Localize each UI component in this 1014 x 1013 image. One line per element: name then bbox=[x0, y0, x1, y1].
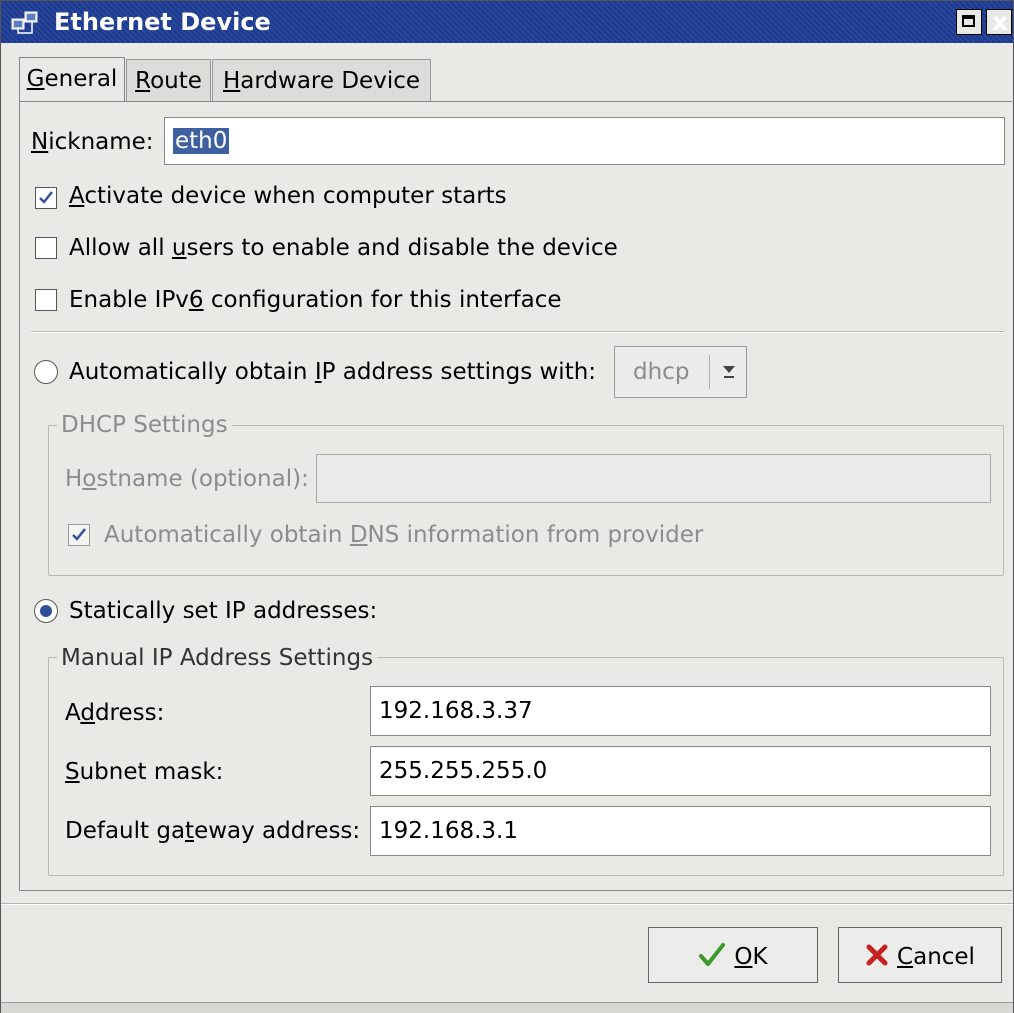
allow-users-checkbox[interactable] bbox=[35, 237, 57, 259]
checkmark-icon bbox=[72, 528, 86, 541]
manual-ip-settings-title: Manual IP Address Settings bbox=[57, 645, 378, 671]
gateway-label: Default gateway address: bbox=[65, 818, 361, 844]
maximize-button[interactable] bbox=[956, 9, 982, 35]
tab-route[interactable]: Route bbox=[126, 59, 211, 101]
nickname-label-text: ickname: bbox=[48, 129, 154, 155]
nickname-label: Nickname: bbox=[31, 129, 154, 155]
close-icon: x bbox=[992, 8, 1008, 36]
static-ip-label[interactable]: Statically set IP addresses: bbox=[69, 598, 377, 624]
radio-selected-dot bbox=[40, 605, 52, 617]
ok-button[interactable]: OK bbox=[648, 927, 818, 983]
window-resize-border[interactable] bbox=[1, 1002, 1013, 1013]
tab-route-label: oute bbox=[150, 68, 202, 94]
tab-general-label: eneral bbox=[44, 66, 118, 92]
subnet-mask-input[interactable]: 255.255.255.0 bbox=[370, 746, 991, 796]
window-title: Ethernet Device bbox=[54, 8, 271, 36]
network-device-icon bbox=[11, 11, 38, 34]
tab-general[interactable]: General bbox=[19, 57, 125, 103]
activate-checkbox[interactable] bbox=[35, 187, 57, 209]
dns-checkbox[interactable] bbox=[68, 524, 90, 546]
checkmark-icon bbox=[39, 191, 53, 204]
ipv6-checkbox[interactable] bbox=[35, 289, 57, 311]
maximize-icon bbox=[962, 15, 975, 27]
activate-label[interactable]: Activate device when computer starts bbox=[69, 183, 507, 209]
hostname-input[interactable] bbox=[316, 454, 991, 503]
ip-protocol-value: dhcp bbox=[633, 359, 690, 385]
nickname-input[interactable]: eth0 bbox=[164, 117, 1005, 165]
gateway-input[interactable]: 192.168.3.1 bbox=[370, 806, 991, 856]
subnet-mask-label: Subnet mask: bbox=[65, 759, 224, 785]
nickname-mnemonic: N bbox=[31, 129, 49, 155]
address-label: Address: bbox=[65, 700, 165, 726]
dialog-separator bbox=[1, 903, 1013, 905]
tab-route-mnemonic: R bbox=[135, 68, 151, 94]
nickname-value: eth0 bbox=[173, 128, 230, 154]
allow-users-label[interactable]: Allow all users to enable and disable th… bbox=[69, 235, 618, 261]
tab-general-mnemonic: G bbox=[26, 66, 45, 92]
tab-hardware-label: ardware Device bbox=[240, 68, 421, 94]
ipv6-label[interactable]: Enable IPv6 configuration for this inter… bbox=[69, 287, 562, 313]
red-x-icon bbox=[866, 944, 888, 965]
checkmark-icon bbox=[699, 942, 726, 966]
ip-protocol-select[interactable]: dhcp bbox=[614, 346, 747, 398]
dhcp-settings-title: DHCP Settings bbox=[57, 412, 232, 438]
dns-label[interactable]: Automatically obtain DNS information fro… bbox=[104, 522, 703, 548]
auto-ip-label[interactable]: Automatically obtain IP address settings… bbox=[69, 359, 596, 385]
hostname-label: Hostname (optional): bbox=[65, 466, 309, 492]
title-bar[interactable]: Ethernet Device x bbox=[1, 1, 1013, 43]
tab-hardware-mnemonic: H bbox=[222, 68, 241, 94]
cancel-button[interactable]: Cancel bbox=[838, 927, 1002, 983]
ethernet-device-window: Ethernet Device x General Route Hardware… bbox=[0, 0, 1014, 1013]
cancel-button-content: Cancel bbox=[839, 944, 1001, 970]
close-button[interactable]: x bbox=[986, 8, 1012, 36]
address-input[interactable]: 192.168.3.37 bbox=[370, 686, 991, 736]
tab-hardware-device[interactable]: Hardware Device bbox=[212, 59, 431, 101]
select-divider bbox=[709, 355, 710, 389]
static-ip-radio[interactable] bbox=[34, 599, 58, 623]
chevron-down-icon bbox=[723, 366, 735, 378]
separator bbox=[31, 331, 1004, 333]
auto-ip-radio[interactable] bbox=[34, 360, 58, 384]
ok-button-content: OK bbox=[649, 942, 817, 971]
